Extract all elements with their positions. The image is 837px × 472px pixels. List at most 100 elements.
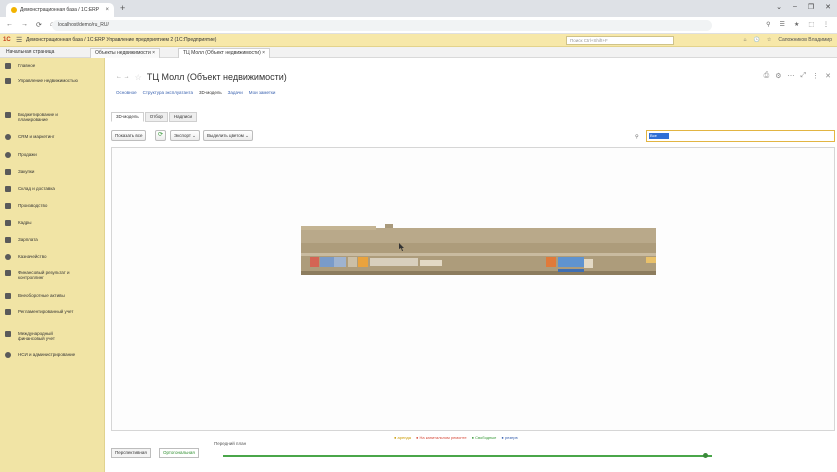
more-icon[interactable]: ⋯ [788, 72, 795, 80]
legend-label: ● На капитальном ремонте [415, 435, 467, 440]
1c-logo: 1С [3, 37, 11, 43]
print-icon[interactable]: ⎙ [764, 72, 770, 80]
3d-viewport[interactable]: ● аренда ● На капитальном ремонте ● Своб… [111, 147, 835, 440]
tab-filter[interactable]: Отбор [144, 112, 168, 122]
close-window-icon[interactable]: ✕ [825, 3, 831, 11]
object-form: ← → ☆ ТЦ Молл (Объект недвижимости) ⎙ ⚙ … [106, 58, 837, 472]
kebab-menu-icon[interactable]: ⋮ [812, 72, 819, 80]
sidebar-item-main[interactable]: Главное [5, 63, 35, 69]
minimize-icon[interactable]: – [793, 3, 797, 11]
sidebar-item-intl[interactable]: Международный финансовый учет [5, 331, 80, 341]
zoom-icon[interactable]: ⚲ [766, 21, 770, 28]
shop-reserve [320, 257, 334, 267]
expand-icon[interactable]: ⤢ [801, 72, 807, 80]
highlight-color-button[interactable]: Выделить цветом ⌄ [203, 130, 253, 141]
map-legend: ● аренда ● На капитальном ремонте ● Своб… [394, 435, 518, 440]
profile-icon[interactable]: ⬚ [808, 21, 814, 28]
sidebar-item-label: Управление недвижимостью [18, 78, 78, 83]
search-icon: ⚲ [635, 134, 639, 140]
tab-3d-model[interactable]: 3D-модель [111, 112, 144, 122]
refresh-button[interactable]: ⟳ [155, 130, 166, 141]
sales-icon [5, 152, 11, 158]
tab-captions[interactable]: Надписи [168, 112, 197, 122]
roof-edge-left [301, 226, 376, 230]
sidebar-item-crm[interactable]: CRM и маркетинг [5, 134, 54, 140]
globe-ledger-icon [5, 331, 11, 337]
gear-icon [5, 352, 11, 358]
header-right-tools: ⌂ 🕓 ☆ Сапожников Владимир [744, 37, 832, 43]
forward-icon[interactable]: → [21, 21, 28, 29]
browser-nav: ← → ⟳ ⌂ [6, 21, 54, 29]
tab-mall-object-label: ТЦ Молл (Объект недвижимости) × [183, 50, 266, 56]
global-search-input[interactable]: Поиск Ctrl+Shift+F [566, 36, 674, 45]
sidebar-item-real-estate[interactable]: Управление недвижимостью [5, 78, 78, 84]
tab-mall-object[interactable]: ТЦ Молл (Объект недвижимости) × [178, 48, 271, 58]
close-form-icon[interactable]: ✕ [825, 72, 831, 80]
roof-vent [385, 224, 393, 228]
sidebar-item-label: Главное [18, 63, 36, 68]
tab-home[interactable]: Начальная страница [2, 48, 58, 58]
orthogonal-button[interactable]: Ортогональная [159, 448, 199, 458]
reload-icon[interactable]: ⟳ [36, 21, 42, 29]
sidebar-item-treasury[interactable]: Казначейство [5, 254, 47, 260]
back-icon[interactable]: ← [6, 21, 13, 29]
entrance-marker [558, 269, 584, 272]
sidebar-item-sales[interactable]: Продажи [5, 152, 37, 158]
form-titlebar: ← → ☆ ТЦ Молл (Объект недвижимости) [116, 72, 287, 82]
building-base [301, 271, 656, 275]
front-plane-slider-handle[interactable] [702, 453, 708, 458]
new-tab-button[interactable]: + [120, 3, 125, 13]
main-menu-icon[interactable]: ☰ [16, 36, 22, 44]
tab-real-estate-list[interactable]: Объекты недвижимости × [90, 48, 161, 58]
sidebar-item-payroll[interactable]: Зарплата [5, 237, 38, 243]
tab-search-icon[interactable]: ⌄ [776, 3, 782, 11]
show-all-button[interactable]: Показать все [111, 130, 147, 141]
url-field[interactable]: localhost/demo/ru_RU/ [52, 20, 712, 31]
sidebar-item-admin[interactable]: НСИ и администрирование [5, 352, 80, 358]
browser-menu-icon[interactable]: ⋮ [823, 21, 829, 28]
sections-sidebar: Главное Управление недвижимостью Бюджети… [0, 58, 105, 472]
shop-reserve [558, 257, 584, 267]
nav-arrows-icon[interactable]: ← → [116, 74, 130, 80]
sidebar-item-purchases[interactable]: Закупки [5, 169, 34, 175]
sidebar-item-hr[interactable]: Кадры [5, 220, 32, 226]
perspective-button[interactable]: Перспективная [111, 448, 151, 458]
sidebar-item-budgeting[interactable]: Бюджетирование и планирование [5, 112, 78, 122]
legend-label: ● Свободные [471, 435, 497, 440]
sidebar-item-production[interactable]: Производство [5, 203, 47, 209]
shop-rented [358, 257, 368, 267]
close-tab-icon[interactable]: × [105, 7, 109, 13]
sidebar-item-regulated[interactable]: Регламентированный учет [5, 309, 80, 315]
front-plane-slider-track[interactable] [223, 455, 712, 457]
form-sections-links: Основное Структура эксплуатанта 3D-модел… [116, 90, 275, 95]
model-search-input[interactable]: ⚲ Все [635, 130, 835, 142]
address-bar: ← → ⟳ ⌂ localhost/demo/ru_RU/ ⚲ ☰ ★ ⬚ ⋮ [0, 17, 837, 34]
home-button[interactable]: ⌂ [744, 37, 747, 43]
reader-icon[interactable]: ☰ [780, 21, 785, 28]
sidebar-item-label: Продажи [18, 152, 37, 157]
history-icon[interactable]: 🕓 [754, 37, 760, 43]
favorite-star-icon[interactable]: ☆ [135, 73, 142, 82]
link-main[interactable]: Основное [116, 90, 137, 95]
bookmark-icon[interactable]: ★ [794, 21, 799, 28]
maximize-icon[interactable]: ❐ [808, 3, 814, 11]
sidebar-item-fixed-assets[interactable]: Внеоборотные активы [5, 293, 65, 299]
link-tasks[interactable]: Задачи [228, 90, 243, 95]
browser-tab-title: Демонстрационная база / 1С:ERP [20, 7, 100, 13]
browser-tab[interactable]: Демонстрационная база / 1С:ERP × [6, 3, 114, 17]
sidebar-item-warehouse[interactable]: Склад и доставка [5, 186, 55, 192]
sidebar-item-label: Склад и доставка [18, 186, 55, 191]
3d-model-render[interactable] [112, 148, 834, 430]
menu-icon [5, 63, 11, 69]
favorites-icon[interactable]: ☆ [767, 37, 771, 43]
user-name[interactable]: Сапожников Владимир [778, 37, 832, 43]
report-icon [5, 270, 11, 276]
export-button[interactable]: Экспорт ⌄ [170, 130, 200, 141]
settings-icon[interactable]: ⚙ [775, 72, 781, 80]
sidebar-item-fin-result[interactable]: Финансовый результат и контроллинг [5, 270, 82, 280]
link-notes[interactable]: Мои заметки [249, 90, 276, 95]
link-3d-model[interactable]: 3D-модель [199, 90, 222, 95]
link-structure[interactable]: Структура эксплуатанта [143, 90, 193, 95]
assets-icon [5, 293, 11, 299]
shop-rented [646, 257, 656, 263]
